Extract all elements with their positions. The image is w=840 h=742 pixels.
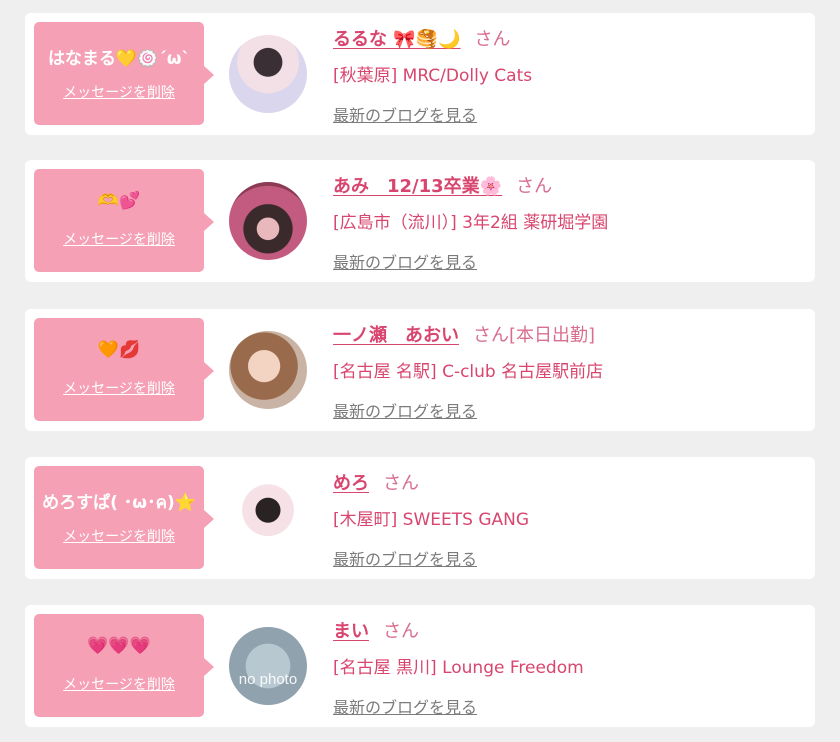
delete-message-link[interactable]: メッセージを削除: [34, 674, 204, 694]
message-bubble: 🧡💋 メッセージを削除: [34, 318, 214, 421]
avatar[interactable]: [229, 331, 307, 409]
message-text: 🧡💋: [97, 340, 141, 360]
cast-name-link[interactable]: るるな 🎀🥞🌙: [333, 29, 461, 50]
cast-name-link[interactable]: あみ 12/13卒業🌸: [333, 176, 502, 197]
name-row: あみ 12/13卒業🌸 さん: [333, 172, 552, 198]
name-row: 一ノ瀬 あおい さん[本日出勤]: [333, 321, 595, 347]
cast-name-link[interactable]: めろ: [333, 473, 369, 494]
avatar[interactable]: [229, 35, 307, 113]
delete-message-link[interactable]: メッセージを削除: [34, 378, 204, 398]
name-row: るるな 🎀🥞🌙 さん: [333, 25, 511, 51]
shop-info: [広島市（流川）] 3年2組 薬研堀学園: [333, 213, 609, 233]
message-text: はなまる💛🍥´ω`: [47, 49, 191, 69]
avatar[interactable]: no photo: [229, 627, 307, 705]
list-item: はなまる💛🍥´ω` メッセージを削除 るるな 🎀🥞🌙 さん [秋葉原] MRC/D…: [25, 13, 815, 135]
shop-info: [名古屋 黒川] Lounge Freedom: [333, 658, 584, 678]
message-text: 💗💗💗: [87, 636, 151, 656]
name-row: めろ さん: [333, 469, 419, 495]
list-item: 🫶💕 メッセージを削除 あみ 12/13卒業🌸 さん [広島市（流川）] 3年2組…: [25, 160, 815, 282]
message-bubble: めろすぱ( ･ω･ค)⭐ メッセージを削除: [34, 466, 214, 569]
honorific: さん: [383, 473, 419, 494]
list-item: 💗💗💗 メッセージを削除 no photo まい さん [名古屋 黒川] Loun…: [25, 605, 815, 727]
list-item: 🧡💋 メッセージを削除 一ノ瀬 あおい さん[本日出勤] [名古屋 名駅] C-c…: [25, 309, 815, 431]
shop-info: [名古屋 名駅] C-club 名古屋駅前店: [333, 362, 604, 382]
delete-message-link[interactable]: メッセージを削除: [34, 82, 204, 102]
delete-message-link[interactable]: メッセージを削除: [34, 526, 204, 546]
work-status: [本日出勤]: [509, 325, 596, 346]
message-text: 🫶💕: [97, 191, 141, 211]
message-text: めろすぱ( ･ω･ค)⭐: [42, 493, 196, 513]
cast-name-link[interactable]: まい: [333, 621, 369, 642]
message-bubble: 🫶💕 メッセージを削除: [34, 169, 214, 272]
latest-blog-link[interactable]: 最新のブログを見る: [333, 249, 477, 273]
cast-name-link[interactable]: 一ノ瀬 あおい: [333, 325, 459, 346]
latest-blog-link[interactable]: 最新のブログを見る: [333, 694, 477, 718]
honorific: さん: [516, 176, 553, 197]
avatar[interactable]: [229, 479, 307, 557]
latest-blog-link[interactable]: 最新のブログを見る: [333, 546, 477, 570]
latest-blog-link[interactable]: 最新のブログを見る: [333, 398, 477, 422]
shop-info: [秋葉原] MRC/Dolly Cats: [333, 66, 533, 86]
list-item: めろすぱ( ･ω･ค)⭐ メッセージを削除 めろ さん [木屋町] SWEETS …: [25, 457, 815, 579]
message-bubble: はなまる💛🍥´ω` メッセージを削除: [34, 22, 214, 125]
honorific: さん: [474, 29, 511, 50]
no-photo-label: no photo: [238, 671, 298, 688]
name-row: まい さん: [333, 617, 419, 643]
avatar[interactable]: [229, 182, 307, 260]
message-bubble: 💗💗💗 メッセージを削除: [34, 614, 214, 717]
latest-blog-link[interactable]: 最新のブログを見る: [333, 102, 477, 126]
delete-message-link[interactable]: メッセージを削除: [34, 229, 204, 249]
honorific: さん: [383, 621, 419, 642]
honorific: さん: [473, 325, 509, 346]
shop-info: [木屋町] SWEETS GANG: [333, 510, 530, 530]
